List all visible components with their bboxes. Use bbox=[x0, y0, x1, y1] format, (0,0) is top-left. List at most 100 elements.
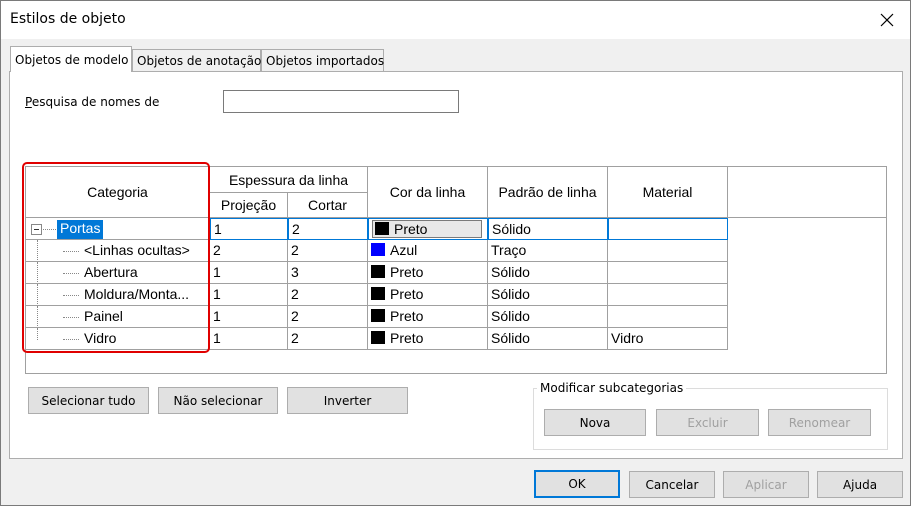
cut-cell[interactable]: 2 bbox=[288, 218, 368, 240]
material-cell[interactable] bbox=[608, 218, 728, 240]
color-label: Preto bbox=[390, 286, 424, 302]
new-label: Nova bbox=[579, 415, 611, 430]
header-cor[interactable]: Cor da linha bbox=[368, 167, 488, 218]
tab-imported-objects[interactable]: Objetos importados bbox=[261, 49, 384, 71]
cut-cell[interactable]: 2 bbox=[288, 328, 368, 350]
tree-connector bbox=[37, 262, 38, 283]
table-row[interactable]: Moldura/Monta... 1 2 Preto Sólido bbox=[26, 284, 728, 306]
cut-cell[interactable]: 3 bbox=[288, 262, 368, 284]
projection-cell[interactable]: 2 bbox=[210, 240, 288, 262]
color-label: Preto bbox=[394, 221, 428, 237]
category-label: Painel bbox=[84, 308, 123, 324]
delete-label: Excluir bbox=[687, 415, 728, 430]
color-swatch bbox=[371, 243, 385, 256]
tree-connector bbox=[63, 317, 79, 318]
color-label: Preto bbox=[390, 264, 424, 280]
tab-annotation-objects[interactable]: Objetos de anotação bbox=[132, 49, 261, 71]
cut-cell[interactable]: 2 bbox=[288, 284, 368, 306]
new-subcategory-button[interactable]: Nova bbox=[544, 409, 646, 436]
tree-connector bbox=[63, 339, 79, 340]
delete-subcategory-button[interactable]: Excluir bbox=[656, 409, 759, 436]
category-label: Portas bbox=[57, 220, 104, 239]
apply-button[interactable]: Aplicar bbox=[723, 471, 809, 498]
search-input[interactable] bbox=[223, 90, 459, 113]
title-bar: Estilos de objeto bbox=[1, 1, 910, 39]
category-cell[interactable]: <Linhas ocultas> bbox=[26, 240, 210, 262]
tab-model-objects[interactable]: Objetos de modelo bbox=[10, 46, 132, 72]
projection-cell[interactable]: 1 bbox=[210, 328, 288, 350]
tree-connector bbox=[63, 295, 79, 296]
pattern-cell[interactable]: Sólido bbox=[488, 284, 608, 306]
table-row[interactable]: Painel 1 2 Preto Sólido bbox=[26, 306, 728, 328]
invert-button[interactable]: Inverter bbox=[287, 387, 408, 414]
pattern-cell[interactable]: Sólido bbox=[488, 328, 608, 350]
pattern-cell[interactable]: Traço bbox=[488, 240, 608, 262]
material-cell[interactable] bbox=[608, 240, 728, 262]
pattern-cell[interactable]: Sólido bbox=[488, 262, 608, 284]
styles-table: Categoria Espessura da linha Projeção Co… bbox=[25, 166, 887, 374]
projection-cell[interactable]: 1 bbox=[210, 306, 288, 328]
header-projecao[interactable]: Projeção bbox=[210, 193, 288, 218]
color-cell[interactable]: Azul bbox=[368, 240, 488, 262]
object-styles-dialog: Estilos de objeto Objetos de modelo Obje… bbox=[0, 0, 911, 506]
cancel-label: Cancelar bbox=[645, 477, 699, 492]
color-cell[interactable]: Preto bbox=[368, 262, 488, 284]
search-label: Pesquisa de nomes de bbox=[25, 95, 160, 109]
color-cell[interactable]: Preto bbox=[368, 284, 488, 306]
category-cell[interactable]: Abertura bbox=[26, 262, 210, 284]
color-cell[interactable]: Preto bbox=[368, 328, 488, 350]
search-label-rest: esquisa de nomes de bbox=[31, 95, 160, 109]
color-swatch bbox=[375, 222, 389, 235]
header-cortar[interactable]: Cortar bbox=[288, 193, 368, 218]
material-cell[interactable] bbox=[608, 306, 728, 328]
color-label: Azul bbox=[390, 242, 418, 258]
tree-connector bbox=[63, 273, 79, 274]
cut-cell[interactable]: 2 bbox=[288, 306, 368, 328]
material-cell[interactable] bbox=[608, 262, 728, 284]
select-all-label: Selecionar tudo bbox=[41, 393, 136, 408]
color-swatch bbox=[371, 287, 385, 300]
table-row[interactable]: Abertura 1 3 Preto Sólido bbox=[26, 262, 728, 284]
projection-cell[interactable]: 1 bbox=[210, 284, 288, 306]
ok-button[interactable]: OK bbox=[534, 470, 620, 498]
rename-subcategory-button[interactable]: Renomear bbox=[768, 409, 871, 436]
color-button[interactable]: Preto bbox=[372, 220, 482, 238]
header-padrao[interactable]: Padrão de linha bbox=[488, 167, 608, 218]
header-espessura: Espessura da linha bbox=[210, 167, 368, 193]
rename-label: Renomear bbox=[788, 415, 851, 430]
tree-connector bbox=[37, 240, 38, 261]
help-label: Ajuda bbox=[842, 477, 878, 492]
projection-cell[interactable]: 1 bbox=[210, 262, 288, 284]
table-row[interactable]: <Linhas ocultas> 2 2 Azul Traço bbox=[26, 240, 728, 262]
table-row[interactable]: Portas 1 2 Preto Sólido bbox=[26, 218, 728, 240]
color-swatch bbox=[371, 265, 385, 278]
color-cell[interactable]: Preto bbox=[368, 306, 488, 328]
collapse-icon[interactable] bbox=[31, 224, 42, 235]
color-label: Preto bbox=[390, 330, 424, 346]
cut-cell[interactable]: 2 bbox=[288, 240, 368, 262]
category-cell[interactable]: Portas bbox=[26, 218, 210, 240]
tree-connector bbox=[37, 306, 38, 327]
table-row[interactable]: Vidro 1 2 Preto Sólido Vidro bbox=[26, 328, 728, 350]
material-cell[interactable]: Vidro bbox=[608, 328, 728, 350]
category-cell[interactable]: Moldura/Monta... bbox=[26, 284, 210, 306]
category-cell[interactable]: Painel bbox=[26, 306, 210, 328]
color-label: Preto bbox=[390, 308, 424, 324]
header-material[interactable]: Material bbox=[608, 167, 728, 218]
deselect-button[interactable]: Não selecionar bbox=[158, 387, 278, 414]
pattern-cell[interactable]: Sólido bbox=[488, 218, 608, 240]
cancel-button[interactable]: Cancelar bbox=[629, 471, 715, 498]
category-label: Moldura/Monta... bbox=[84, 286, 190, 302]
projection-cell[interactable]: 1 bbox=[210, 218, 288, 240]
material-cell[interactable] bbox=[608, 284, 728, 306]
deselect-label: Não selecionar bbox=[173, 393, 263, 408]
category-label: Vidro bbox=[84, 330, 117, 346]
ok-label: OK bbox=[568, 477, 586, 491]
category-cell[interactable]: Vidro bbox=[26, 328, 210, 350]
header-categoria[interactable]: Categoria bbox=[26, 167, 210, 218]
color-cell[interactable]: Preto bbox=[368, 218, 488, 240]
close-button[interactable] bbox=[870, 5, 904, 35]
pattern-cell[interactable]: Sólido bbox=[488, 306, 608, 328]
help-button[interactable]: Ajuda bbox=[817, 471, 903, 498]
select-all-button[interactable]: Selecionar tudo bbox=[28, 387, 149, 414]
